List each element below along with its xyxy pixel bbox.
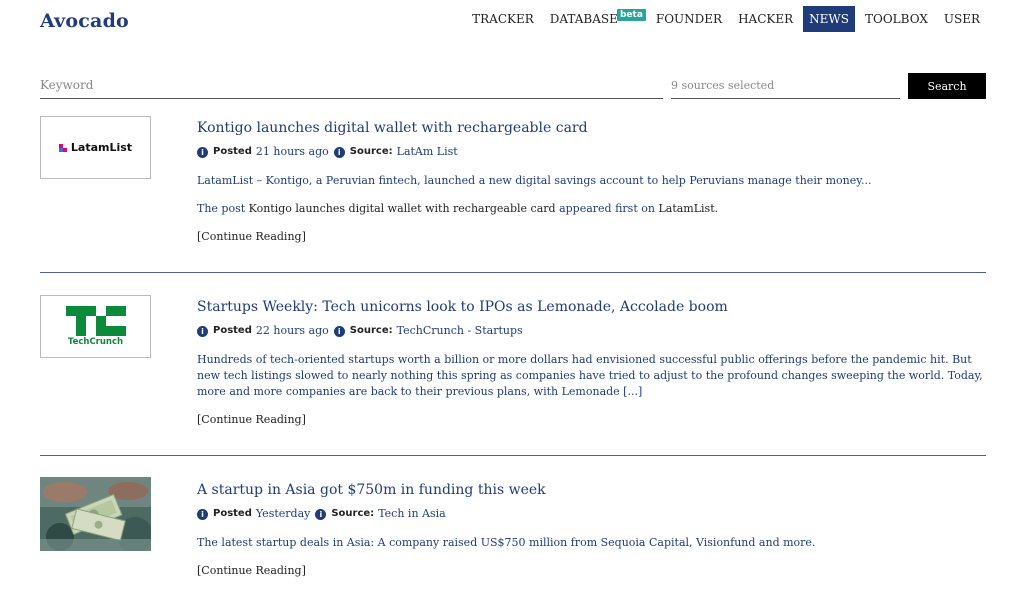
posted-time[interactable]: 22 hours ago (256, 324, 329, 338)
post-site: LatamList. (658, 202, 719, 215)
article-title[interactable]: A startup in Asia got $750m in funding t… (197, 478, 986, 502)
info-icon: i (333, 325, 345, 337)
article-content: A startup in Asia got $750m in funding t… (197, 478, 986, 579)
money-photo (40, 477, 151, 551)
source-link[interactable]: LatAm List (397, 145, 458, 159)
article-content: Kontigo launches digital wallet with rec… (197, 116, 986, 245)
techcrunch-logo: TechCrunch (65, 306, 126, 347)
info-icon: i (197, 325, 208, 337)
info-icon: i (197, 146, 208, 158)
nav-founder[interactable]: FOUNDER (650, 6, 728, 32)
posted-label: Posted (213, 508, 252, 519)
article-item: LatamList Kontigo launches digital walle… (40, 116, 986, 273)
continue-reading-link[interactable]: [Continue Reading] (197, 229, 986, 245)
posted-label: Posted (213, 146, 252, 157)
latamlist-logo: LatamList (58, 141, 133, 154)
source-label: Source: (331, 508, 375, 519)
sources-select[interactable]: 9 sources selected (671, 72, 900, 99)
article-post-line: The post Kontigo launches digital wallet… (197, 201, 986, 217)
nav-toolbox[interactable]: TOOLBOX (859, 6, 934, 32)
article-title[interactable]: Kontigo launches digital wallet with rec… (197, 116, 986, 140)
top-bar: Avocado TRACKER DATABASE beta FOUNDER HA… (0, 0, 1024, 48)
continue-reading-link[interactable]: [Continue Reading] (197, 563, 986, 579)
posted-time[interactable]: Yesterday (256, 507, 310, 521)
appeared-link[interactable]: appeared first on (559, 202, 655, 215)
news-feed: LatamList Kontigo launches digital walle… (40, 116, 986, 606)
source-label: Source: (349, 325, 393, 336)
article-content: Startups Weekly: Tech unicorns look to I… (197, 295, 986, 428)
nav-hacker[interactable]: HACKER (732, 6, 799, 32)
techcrunch-logo-text: TechCrunch (67, 337, 124, 347)
article-excerpt: Hundreds of tech-oriented startups worth… (197, 353, 983, 398)
article-excerpt: The latest startup deals in Asia: A comp… (197, 536, 816, 549)
latamlist-mark-icon (58, 143, 67, 152)
article-meta: i Posted Yesterday i Source: Tech in Asi… (197, 507, 986, 521)
nav-news[interactable]: NEWS (803, 6, 855, 32)
article-title[interactable]: Startups Weekly: Tech unicorns look to I… (197, 295, 986, 319)
info-icon: i (333, 146, 345, 158)
brand-logo[interactable]: Avocado (40, 10, 129, 32)
info-icon: i (315, 508, 327, 520)
article-thumbnail[interactable]: LatamList (40, 116, 151, 179)
nav-tracker[interactable]: TRACKER (466, 6, 540, 32)
beta-badge: beta (616, 9, 646, 21)
article-meta: i Posted 22 hours ago i Source: TechCrun… (197, 324, 986, 338)
search-bar: 9 sources selected Search (40, 72, 986, 100)
continue-reading-link[interactable]: [Continue Reading] (197, 412, 986, 428)
article-thumbnail[interactable]: TechCrunch (40, 295, 151, 358)
info-icon: i (197, 508, 208, 520)
keyword-input[interactable] (40, 72, 663, 99)
posted-label: Posted (213, 325, 252, 336)
article-thumbnail[interactable] (40, 477, 151, 551)
nav-database-label: DATABASE (549, 12, 618, 26)
post-name: Kontigo launches digital wallet with rec… (248, 202, 556, 215)
source-label: Source: (349, 146, 393, 157)
article-meta: i Posted 21 hours ago i Source: LatAm Li… (197, 145, 986, 159)
latamlist-logo-text: LatamList (70, 141, 133, 154)
article-item: TechCrunch Startups Weekly: Tech unicorn… (40, 273, 986, 456)
nav-user[interactable]: USER (938, 6, 986, 32)
search-button[interactable]: Search (908, 73, 986, 99)
source-link[interactable]: Tech in Asia (378, 507, 446, 521)
nav-database[interactable]: DATABASE beta (544, 6, 646, 32)
article-excerpt: LatamList – Kontigo, a Peruvian fintech,… (197, 174, 872, 187)
main-nav: TRACKER DATABASE beta FOUNDER HACKER NEW… (462, 6, 986, 32)
source-link[interactable]: TechCrunch - Startups (397, 324, 523, 338)
posted-time[interactable]: 21 hours ago (256, 145, 329, 159)
article-item: A startup in Asia got $750m in funding t… (40, 456, 986, 606)
techcrunch-mark-icon (65, 306, 126, 336)
post-link[interactable]: The post (197, 202, 245, 215)
